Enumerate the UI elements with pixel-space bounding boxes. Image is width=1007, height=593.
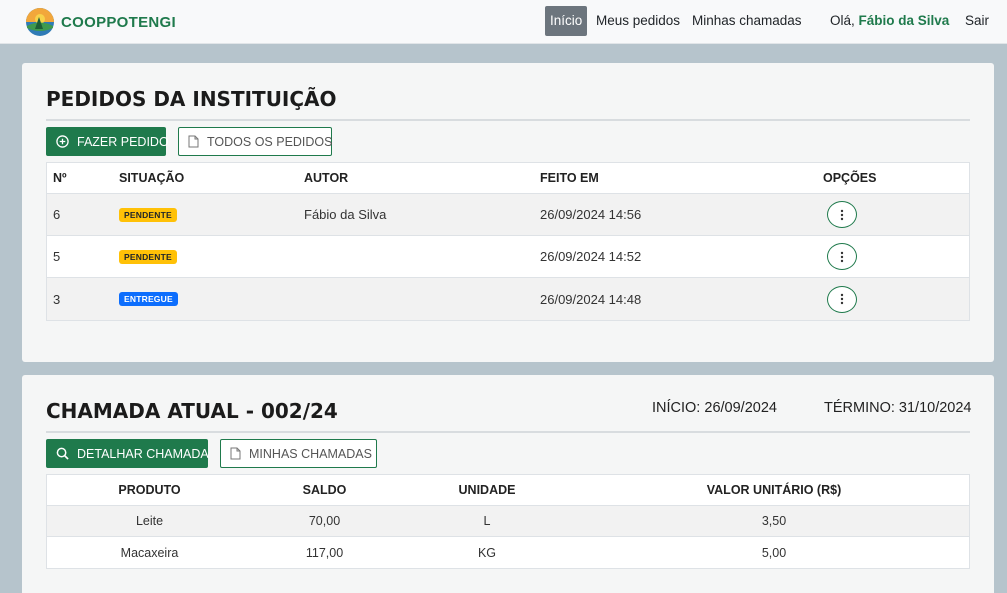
table-row: 5 PENDENTE 26/09/2024 14:52 <box>47 236 969 278</box>
order-number: 3 <box>53 291 61 307</box>
col-product: PRODUTO <box>118 483 181 497</box>
call-start-date: 26/09/2024 <box>704 400 777 416</box>
document-icon <box>188 135 199 148</box>
call-title: CHAMADA ATUAL - 002/24 <box>46 399 338 423</box>
orders-table-body: 6 PENDENTE Fábio da Silva 26/09/2024 14:… <box>47 194 969 320</box>
product-price: 3,50 <box>761 514 787 528</box>
product-unit: L <box>483 514 491 528</box>
nav-link-minhas-chamadas[interactable]: Minhas chamadas <box>692 6 802 36</box>
new-order-button[interactable]: FAZER PEDIDO <box>46 127 169 156</box>
products-table: PRODUTO SALDO UNIDADE VALOR UNITÁRIO (R$… <box>46 474 970 569</box>
user-name: Fábio da Silva <box>858 13 950 28</box>
call-end-date: 31/10/2024 <box>898 400 972 416</box>
table-row: 6 PENDENTE Fábio da Silva 26/09/2024 14:… <box>47 194 969 236</box>
options-button[interactable] <box>827 243 857 270</box>
product-price: 5,00 <box>761 545 787 560</box>
detail-call-button[interactable]: DETALHAR CHAMADA <box>46 439 209 468</box>
plus-circle-icon <box>56 135 69 148</box>
orders-table-header: Nº SITUAÇÃO AUTOR FEITO EM OPÇÕES <box>47 163 969 194</box>
search-icon <box>56 447 69 460</box>
brand-name: COOPPOTENGI <box>61 13 176 31</box>
order-date: 26/09/2024 14:56 <box>540 207 642 222</box>
options-button[interactable] <box>827 285 857 313</box>
col-options: OPÇÕES <box>823 171 877 185</box>
status-badge: PENDENTE <box>119 207 177 222</box>
col-unit: UNIDADE <box>458 483 516 497</box>
col-unit-price: VALOR UNITÁRIO (R$) <box>706 483 842 497</box>
order-author: Fábio da Silva <box>304 207 387 222</box>
greeting-prefix: Olá, <box>830 13 859 28</box>
current-call-card: CHAMADA ATUAL - 002/24 INÍCIO: 26/09/202… <box>22 375 994 593</box>
table-row: Leite 70,00 L 3,50 <box>47 506 969 537</box>
nav-link-meus-pedidos[interactable]: Meus pedidos <box>596 6 680 36</box>
order-number: 6 <box>53 207 61 222</box>
document-icon <box>230 447 241 460</box>
table-row: Macaxeira 117,00 KG 5,00 <box>47 537 969 568</box>
products-table-header: PRODUTO SALDO UNIDADE VALOR UNITÁRIO (R$… <box>47 475 969 506</box>
product-name: Macaxeira <box>120 545 179 560</box>
my-calls-button[interactable]: MINHAS CHAMADAS <box>220 439 377 468</box>
orders-divider <box>46 119 970 121</box>
nav-link-inicio[interactable]: Início <box>545 6 588 36</box>
product-balance: 70,00 <box>308 514 341 528</box>
cooperative-logo-icon <box>26 8 54 36</box>
new-order-label: FAZER PEDIDO <box>77 134 169 149</box>
orders-title: PEDIDOS DA INSTITUIÇÃO <box>46 87 337 111</box>
col-author: AUTOR <box>304 171 349 185</box>
col-number: Nº <box>53 171 67 185</box>
kebab-menu-icon <box>840 293 844 305</box>
table-row: 3 ENTREGUE 26/09/2024 14:48 <box>47 278 969 320</box>
call-start: INÍCIO: 26/09/2024 <box>652 400 777 416</box>
product-unit: KG <box>477 545 497 560</box>
call-start-label: INÍCIO: <box>652 400 705 416</box>
kebab-menu-icon <box>840 209 844 220</box>
order-date: 26/09/2024 14:52 <box>540 249 642 264</box>
col-date: FEITO EM <box>540 171 599 185</box>
col-balance: SALDO <box>302 483 347 497</box>
orders-table: Nº SITUAÇÃO AUTOR FEITO EM OPÇÕES 6 PEND… <box>46 162 970 321</box>
status-badge: ENTREGUE <box>119 292 178 306</box>
detail-call-label: DETALHAR CHAMADA <box>77 446 209 461</box>
user-greeting[interactable]: Olá, Fábio da Silva <box>830 6 949 36</box>
orders-card: PEDIDOS DA INSTITUIÇÃO FAZER PEDIDO TODO… <box>22 63 994 362</box>
order-number: 5 <box>53 249 61 264</box>
kebab-menu-icon <box>840 251 844 262</box>
all-orders-button[interactable]: TODOS OS PEDIDOS <box>178 127 333 156</box>
product-name: Leite <box>135 514 164 528</box>
my-calls-label: MINHAS CHAMADAS <box>249 446 372 461</box>
call-divider <box>46 431 970 433</box>
logout-link[interactable]: Sair <box>965 6 989 36</box>
brand[interactable]: COOPPOTENGI <box>25 7 176 37</box>
status-badge: PENDENTE <box>119 249 177 264</box>
order-date: 26/09/2024 14:48 <box>540 291 642 307</box>
options-button[interactable] <box>827 201 857 228</box>
col-status: SITUAÇÃO <box>119 171 185 185</box>
call-end: TÉRMINO: 31/10/2024 <box>824 400 972 416</box>
all-orders-label: TODOS OS PEDIDOS <box>207 134 333 149</box>
product-balance: 117,00 <box>305 545 344 560</box>
top-navbar: COOPPOTENGI Início Meus pedidos Minhas c… <box>0 0 1007 44</box>
call-end-label: TÉRMINO: <box>824 400 899 416</box>
